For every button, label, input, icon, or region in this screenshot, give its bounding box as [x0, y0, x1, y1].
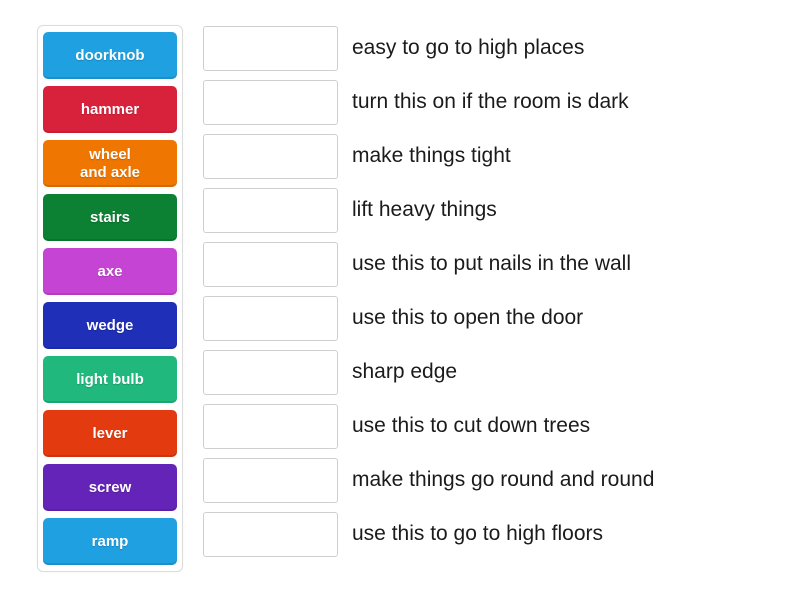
- dropbox-8[interactable]: [203, 403, 338, 449]
- definition-text: make things go round and round: [352, 468, 655, 492]
- draggable-tile-wheel-and-axle[interactable]: wheel and axle: [43, 140, 177, 187]
- match-row: sharp edge: [203, 349, 654, 395]
- dropbox-1[interactable]: [203, 25, 338, 71]
- dropbox-4[interactable]: [203, 187, 338, 233]
- tile-label: wedge: [86, 316, 134, 334]
- dropbox-3[interactable]: [203, 133, 338, 179]
- definition-text: sharp edge: [352, 360, 458, 384]
- draggable-tiles-panel: doorknob hammer wheel and axle stairs ax…: [37, 25, 183, 572]
- match-row: use this to put nails in the wall: [203, 241, 654, 287]
- dropbox-2[interactable]: [203, 79, 338, 125]
- dropbox-6[interactable]: [203, 295, 338, 341]
- draggable-tile-stairs[interactable]: stairs: [43, 194, 177, 241]
- match-rows-panel: easy to go to high places turn this on i…: [203, 25, 654, 557]
- draggable-tile-doorknob[interactable]: doorknob: [43, 32, 177, 79]
- match-row: lift heavy things: [203, 187, 654, 233]
- match-row: make things tight: [203, 133, 654, 179]
- draggable-tile-lever[interactable]: lever: [43, 410, 177, 457]
- definition-text: use this to open the door: [352, 306, 584, 330]
- draggable-tile-wedge[interactable]: wedge: [43, 302, 177, 349]
- definition-text: use this to put nails in the wall: [352, 252, 631, 276]
- dropbox-5[interactable]: [203, 241, 338, 287]
- tile-label: screw: [88, 478, 132, 496]
- tile-label: ramp: [91, 532, 129, 550]
- match-row: turn this on if the room is dark: [203, 79, 654, 125]
- definition-text: use this to cut down trees: [352, 414, 591, 438]
- tile-label: light bulb: [76, 370, 144, 388]
- match-row: make things go round and round: [203, 457, 654, 503]
- definition-text: make things tight: [352, 144, 511, 168]
- tile-label: lever: [92, 424, 128, 442]
- dropbox-9[interactable]: [203, 457, 338, 503]
- match-row: use this to open the door: [203, 295, 654, 341]
- tile-label: axe: [97, 262, 123, 280]
- match-row: easy to go to high places: [203, 25, 654, 71]
- match-row: use this to go to high floors: [203, 511, 654, 557]
- definition-text: easy to go to high places: [352, 36, 585, 60]
- draggable-tile-axe[interactable]: axe: [43, 248, 177, 295]
- match-row: use this to cut down trees: [203, 403, 654, 449]
- tile-label: hammer: [80, 100, 140, 118]
- definition-text: turn this on if the room is dark: [352, 90, 629, 114]
- draggable-tile-hammer[interactable]: hammer: [43, 86, 177, 133]
- match-up-activity: doorknob hammer wheel and axle stairs ax…: [0, 0, 800, 600]
- dropbox-10[interactable]: [203, 511, 338, 557]
- tile-label: wheel and axle: [79, 145, 141, 181]
- definition-text: lift heavy things: [352, 198, 497, 222]
- draggable-tile-ramp[interactable]: ramp: [43, 518, 177, 565]
- tile-label: stairs: [89, 208, 131, 226]
- draggable-tile-screw[interactable]: screw: [43, 464, 177, 511]
- draggable-tile-light-bulb[interactable]: light bulb: [43, 356, 177, 403]
- definition-text: use this to go to high floors: [352, 522, 603, 546]
- dropbox-7[interactable]: [203, 349, 338, 395]
- tile-label: doorknob: [75, 46, 145, 64]
